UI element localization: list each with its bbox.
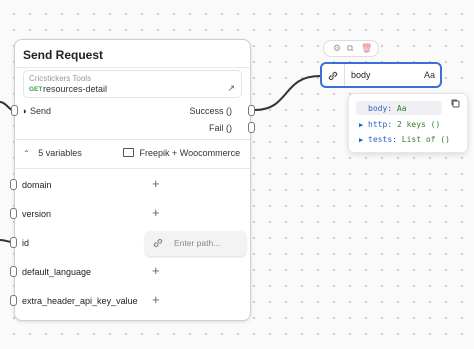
chevron-up-icon: ⌃ xyxy=(23,149,30,158)
expand-icon[interactable]: ▶ xyxy=(359,136,363,144)
variable-row: version + xyxy=(10,205,250,225)
wire-success-body xyxy=(254,75,321,111)
plus-icon[interactable]: + xyxy=(152,264,160,278)
popup-key: http: xyxy=(368,120,393,129)
endpoint-name: resources-detail xyxy=(43,84,108,94)
divider xyxy=(15,168,250,169)
divider xyxy=(344,64,345,86)
plus-icon[interactable]: + xyxy=(152,177,160,191)
path-placeholder: Enter path... xyxy=(174,238,221,248)
send-port-row: ◗ Send xyxy=(22,106,51,116)
variables-count: 5 variables xyxy=(38,148,82,158)
popup-row[interactable]: ▶ http: 2 keys () xyxy=(359,120,440,129)
body-node-label: body xyxy=(351,70,371,80)
body-node[interactable]: body Aa xyxy=(320,62,442,88)
popup-key: tests: xyxy=(368,135,397,144)
expand-icon[interactable]: ▶ xyxy=(359,121,363,129)
signal-icon: ◗ xyxy=(22,106,28,116)
send-input-port[interactable] xyxy=(11,105,18,116)
variable-label: domain xyxy=(22,180,52,190)
arrow-up-right-icon[interactable]: ↗ xyxy=(227,83,235,94)
variable-label: extra_header_api_key_value xyxy=(22,296,138,306)
send-request-node[interactable]: Send Request Cricstickers Tools GET reso… xyxy=(10,39,255,321)
window-icon xyxy=(123,148,134,157)
type-inspector-popup: body: Aa ▶ http: 2 keys () ▶ tests: List… xyxy=(348,93,468,153)
path-input[interactable]: Enter path... xyxy=(145,231,246,256)
plus-icon[interactable]: + xyxy=(152,293,160,307)
popup-key: body: xyxy=(368,104,393,113)
variable-label: default_language xyxy=(22,267,92,277)
node-toolbar: ⚙ ⧉ 🗑 xyxy=(323,40,379,57)
gear-icon[interactable]: ⚙ xyxy=(333,43,341,54)
body-node-type: Aa xyxy=(423,70,435,80)
variable-input-port[interactable] xyxy=(10,179,17,190)
account-label: Freepik + Woocommerce xyxy=(139,148,241,158)
variable-input-port[interactable] xyxy=(10,295,17,306)
popup-value: List of () xyxy=(401,135,450,144)
fail-port-type: () xyxy=(226,123,232,133)
variable-input-port[interactable] xyxy=(10,266,17,277)
trash-icon[interactable]: 🗑 xyxy=(361,43,372,54)
fail-port-label: Fail xyxy=(208,123,224,133)
variables-toggle[interactable]: ⌃ 5 variables xyxy=(23,148,82,158)
endpoint-card[interactable]: Cricstickers Tools GET resources-detail … xyxy=(23,70,242,98)
node-title: Send Request xyxy=(23,48,104,62)
fail-output-port[interactable] xyxy=(248,122,255,133)
fail-port-row: Fail () xyxy=(209,123,232,133)
success-port-label: Success xyxy=(189,106,224,116)
endpoint-source: Cricstickers Tools xyxy=(29,74,92,83)
variable-label: version xyxy=(22,209,52,219)
link-icon xyxy=(153,238,163,248)
popup-row[interactable]: ▶ tests: List of () xyxy=(359,135,450,144)
variable-input-port[interactable] xyxy=(10,208,17,219)
http-method-badge: GET xyxy=(29,86,43,93)
popup-row: body: Aa xyxy=(368,104,407,113)
success-output-port[interactable] xyxy=(248,105,255,116)
plus-icon[interactable]: + xyxy=(152,206,160,220)
success-port-type: () xyxy=(226,106,232,116)
divider xyxy=(15,67,250,68)
success-port-row: Success () xyxy=(189,106,232,116)
variable-row: extra_header_api_key_value + xyxy=(10,292,250,312)
copy-icon[interactable]: ⧉ xyxy=(347,43,353,54)
popup-value: Aa xyxy=(396,104,407,113)
variable-input-port[interactable] xyxy=(10,237,17,248)
send-port-label: Send xyxy=(29,106,51,116)
variable-label: id xyxy=(22,238,30,248)
variable-row: default_language + xyxy=(10,263,250,283)
account-selector[interactable]: Freepik + Woocommerce xyxy=(123,148,240,158)
copy-icon[interactable] xyxy=(450,98,461,109)
link-icon xyxy=(328,71,338,81)
popup-value: 2 keys () xyxy=(396,120,441,129)
divider xyxy=(15,139,250,140)
variable-row: domain + xyxy=(10,176,250,196)
